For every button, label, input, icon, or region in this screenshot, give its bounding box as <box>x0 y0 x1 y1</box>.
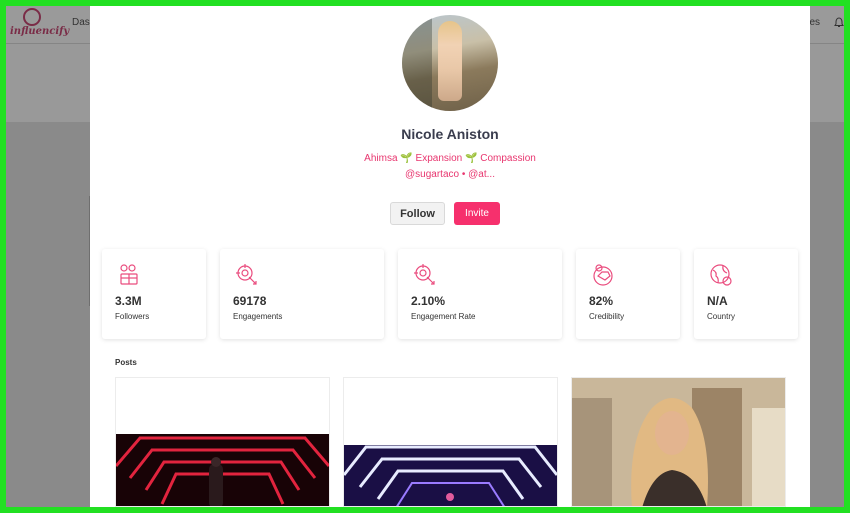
country-label: Country <box>707 312 736 321</box>
stat-card-credibility: 82% Credibility <box>576 249 680 339</box>
logo-text: influencify <box>10 26 70 37</box>
followers-value: 3.3M <box>115 294 142 308</box>
profile-name: Nicole Aniston <box>401 126 499 142</box>
logo-icon <box>23 8 41 26</box>
follow-button[interactable]: Follow <box>390 202 445 225</box>
engagement-rate-label: Engagement Rate <box>411 312 476 321</box>
profile-avatar <box>402 15 498 111</box>
followers-icon <box>116 262 142 288</box>
nav-item-dashboard[interactable]: Das <box>72 17 90 28</box>
invite-button[interactable]: Invite <box>454 202 500 225</box>
engagements-label: Engagements <box>233 312 283 321</box>
bell-icon[interactable] <box>834 17 844 31</box>
stat-card-engagement-rate: 2.10% Engagement Rate <box>398 249 562 339</box>
post-image <box>116 434 329 506</box>
nav-item-right[interactable]: es <box>809 17 820 28</box>
app-logo[interactable]: influencify <box>8 8 78 42</box>
country-value: N/A <box>707 294 728 308</box>
engagement-rate-icon <box>412 262 438 288</box>
stat-card-followers: 3.3M Followers <box>102 249 206 339</box>
engagements-icon <box>234 262 260 288</box>
engagement-rate-value: 2.10% <box>411 294 446 308</box>
post-card[interactable] <box>343 377 558 507</box>
stat-card-engagements: 69178 Engagements <box>220 249 384 339</box>
post-image <box>572 378 785 506</box>
profile-bio: Ahimsa 🌱 Expansion 🌱 Compassion <box>364 153 536 164</box>
country-icon <box>708 262 734 288</box>
engagements-value: 69178 <box>233 294 267 308</box>
credibility-icon <box>590 262 616 288</box>
posts-heading: Posts <box>115 358 137 367</box>
credibility-label: Credibility <box>589 312 625 321</box>
followers-label: Followers <box>115 312 150 321</box>
stat-card-country: N/A Country <box>694 249 798 339</box>
profile-handles[interactable]: @sugartaco • @at... <box>90 169 810 180</box>
post-card[interactable] <box>571 377 786 507</box>
screen: influencify Das es Nicole Aniston Ahimsa… <box>6 6 844 507</box>
post-image <box>344 445 557 506</box>
profile-modal: Nicole Aniston Ahimsa 🌱 Expansion 🌱 Comp… <box>90 6 810 507</box>
credibility-value: 82% <box>589 294 614 308</box>
post-card[interactable] <box>115 377 330 507</box>
